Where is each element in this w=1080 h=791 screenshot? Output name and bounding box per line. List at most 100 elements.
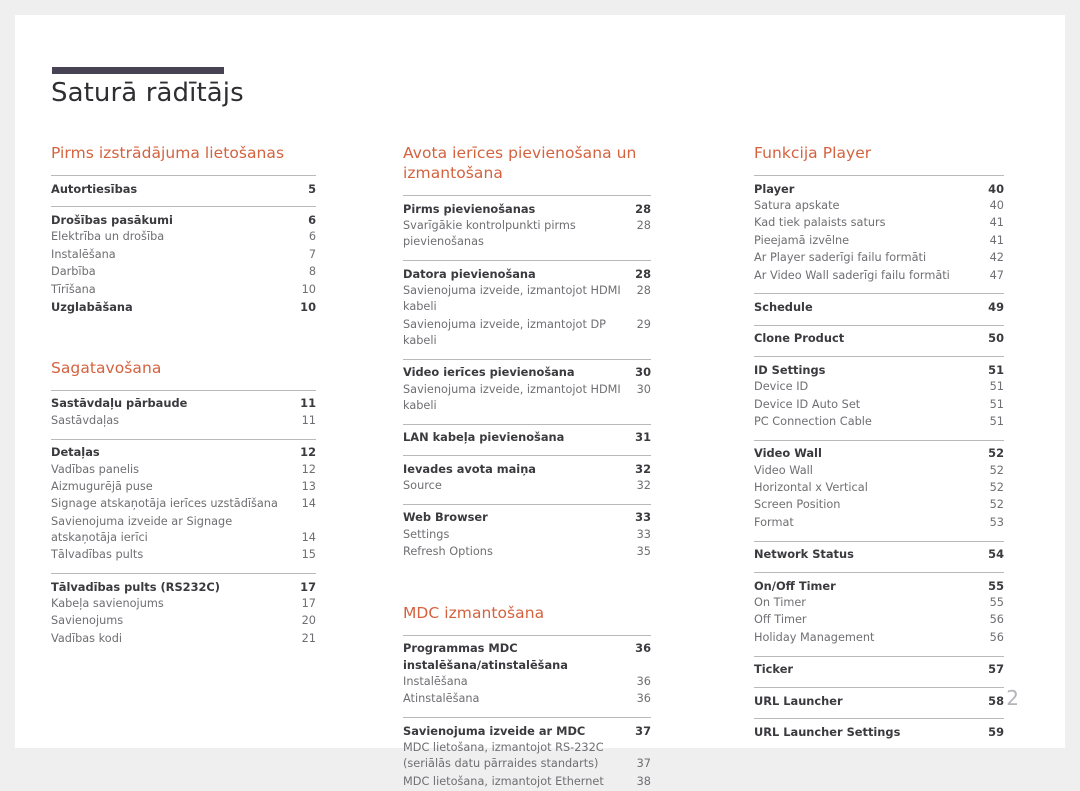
toc-entry-label: Video Wall — [754, 463, 813, 477]
toc-entry-main[interactable]: ID Settings 51 — [754, 361, 1004, 378]
toc-entry-sub[interactable]: Signage atskaņotāja ierīces uzstādīšana 1… — [51, 496, 316, 513]
toc-entry-sub[interactable]: Settings 33 — [403, 526, 651, 543]
toc-entry-label: Savienojuma izveide, izmantojot HDMI kab… — [403, 382, 621, 412]
toc-entry-page-number: 6 — [308, 230, 316, 244]
toc-entry-sub[interactable]: Aizmugurējā puse 13 — [51, 478, 316, 495]
toc-entry-label: Horizontal x Vertical — [754, 481, 868, 495]
toc-entry-sub[interactable]: Off Timer 56 — [754, 612, 1004, 629]
toc-entry-sub[interactable]: Savienojuma izveide, izmantojot HDMI kab… — [403, 381, 651, 415]
toc-entry-main[interactable]: Web Browser 33 — [403, 509, 651, 526]
toc-entry-page-number: 7 — [308, 247, 316, 261]
toc-entry-sub[interactable]: Darbība 8 — [51, 264, 316, 281]
toc-entry-label: On/Off Timer — [754, 578, 836, 593]
toc-entry-sub[interactable]: Satura apskate 40 — [754, 197, 1004, 214]
toc-entry-sub[interactable]: Ar Video Wall saderīgi failu formāti 47 — [754, 267, 1004, 284]
toc-entry-page-number: 38 — [636, 774, 651, 788]
toc-entry-label: Signage atskaņotāja ierīces uzstādīšana — [51, 497, 278, 511]
toc-entry-page-number: 59 — [988, 724, 1004, 739]
section-heading: Funkcija Player — [754, 144, 872, 162]
toc-entry-sub[interactable]: Instalēšana 7 — [51, 246, 316, 263]
toc-entry-page-number: 20 — [301, 614, 316, 628]
toc-entry-main[interactable]: Savienojuma izveide ar MDC 37 — [403, 722, 651, 739]
toc-entry-sub[interactable]: Screen Position 52 — [754, 497, 1004, 514]
toc-entry-label: Device ID Auto Set — [754, 397, 861, 411]
toc-entry-sub[interactable]: Atinstalēšana 36 — [403, 691, 651, 708]
toc-entry-main[interactable]: Network Status 54 — [754, 546, 1004, 563]
toc-group: URL Launcher Settings 59 — [754, 718, 1004, 740]
toc-entry-main[interactable]: LAN kabeļa pievienošana 31 — [403, 429, 651, 446]
toc-entry-sub[interactable]: Savienojuma izveide, izmantojot DP kabel… — [403, 316, 651, 350]
toc-entry-main[interactable]: Tālvadības pults (RS232C) 17 — [51, 578, 316, 595]
toc-entry-sub[interactable]: Sastāvdaļas 11 — [51, 412, 316, 429]
toc-entry-sub[interactable]: On Timer 55 — [754, 594, 1004, 611]
toc-entry-sub[interactable]: Savienojums 20 — [51, 613, 316, 630]
toc-entry-sub[interactable]: Pieejamā izvēlne 41 — [754, 232, 1004, 249]
toc-entry-label: PC Connection Cable — [754, 414, 872, 428]
toc-entry-label: Off Timer — [754, 613, 807, 627]
document-page: Saturā rādītājs Pirms izstrādājuma lieto… — [15, 15, 1065, 788]
toc-entry-main[interactable]: Pirms pievienošanas 28 — [403, 200, 651, 217]
toc-entry-page-number: 28 — [636, 218, 651, 232]
toc-entry-sub[interactable]: Device ID Auto Set 51 — [754, 396, 1004, 413]
toc-entry-page-number: 52 — [988, 446, 1004, 461]
toc-entry-main[interactable]: Clone Product 50 — [754, 330, 1004, 347]
toc-entry-sub[interactable]: MDC lietošana, izmantojot Ethernet 38 — [403, 773, 651, 790]
toc-entry-sub[interactable]: Refresh Options 35 — [403, 544, 651, 561]
toc-entry-sub[interactable]: Svarīgākie kontrolpunkti pirms pievienoš… — [403, 217, 651, 251]
toc-entry-main[interactable]: Schedule 49 — [754, 298, 1004, 315]
toc-entry-sub[interactable]: Savienojuma izveide ar Signage atskaņotā… — [51, 513, 316, 547]
toc-entry-sub[interactable]: Holiday Management 56 — [754, 629, 1004, 646]
toc-entry-sub[interactable]: Instalēšana 36 — [403, 673, 651, 690]
toc-entry-main[interactable]: Ticker 57 — [754, 661, 1004, 678]
toc-entry-main[interactable]: Programmas MDC instalēšana/atinstalēšana… — [403, 640, 651, 674]
toc-entry-page-number: 10 — [301, 282, 316, 296]
toc-entry-sub[interactable]: Tālvadības pults 15 — [51, 547, 316, 564]
toc-columns: Pirms izstrādājuma lietošanas Autortiesīb… — [15, 143, 1065, 791]
toc-entry-page-number: 52 — [989, 481, 1004, 495]
toc-group: Autortiesības 5 — [51, 175, 316, 197]
toc-entry-main[interactable]: Detaļas 12 — [51, 444, 316, 461]
toc-entry-main[interactable]: Uzglabāšana 10 — [51, 298, 316, 315]
toc-entry-main[interactable]: Video ierīces pievienošana 30 — [403, 364, 651, 381]
toc-entry-label: Device ID — [754, 380, 809, 394]
toc-entry-main[interactable]: On/Off Timer 55 — [754, 577, 1004, 594]
toc-entry-label: Uzglabāšana — [51, 299, 133, 314]
toc-entry-label: Ievades avota maiņa — [403, 461, 536, 476]
toc-column-1: Pirms izstrādājuma lietošanas Autortiesīb… — [51, 143, 316, 791]
toc-entry-main[interactable]: Video Wall 52 — [754, 445, 1004, 462]
toc-entry-label: Savienojuma izveide, izmantojot HDMI kab… — [403, 283, 621, 314]
toc-entry-sub[interactable]: Format 53 — [754, 514, 1004, 531]
toc-entry-sub[interactable]: PC Connection Cable 51 — [754, 413, 1004, 430]
toc-entry-sub[interactable]: Vadības panelis 12 — [51, 461, 316, 478]
toc-entry-sub[interactable]: Tīrīšana 10 — [51, 281, 316, 298]
toc-entry-sub[interactable]: Video Wall 52 — [754, 462, 1004, 479]
toc-entry-main[interactable]: Sastāvdaļu pārbaude 11 — [51, 395, 316, 412]
toc-entry-sub[interactable]: Savienojuma izveide, izmantojot HDMI kab… — [403, 282, 651, 316]
toc-entry-label: URL Launcher — [754, 693, 843, 708]
toc-entry-sub[interactable]: Elektrība un drošība 6 — [51, 229, 316, 246]
toc-entry-label: Network Status — [754, 547, 854, 562]
toc-entry-main[interactable]: URL Launcher 58 — [754, 692, 1004, 709]
toc-entry-main[interactable]: Ievades avota maiņa 32 — [403, 460, 651, 477]
toc-entry-label: Elektrība un drošība — [51, 230, 165, 244]
toc-entry-sub[interactable]: Vadības kodi 21 — [51, 630, 316, 647]
toc-group: Schedule 49 — [754, 293, 1004, 315]
toc-entry-main[interactable]: Datora pievienošana 28 — [403, 265, 651, 282]
toc-entry-sub[interactable]: Kabeļa savienojums 17 — [51, 595, 316, 612]
toc-entry-sub[interactable]: Horizontal x Vertical 52 — [754, 479, 1004, 496]
toc-entry-main[interactable]: Drošības pasākumi 6 — [51, 211, 316, 228]
toc-entry-label: Darbība — [51, 265, 96, 279]
toc-entry-main[interactable]: Autortiesības 5 — [51, 180, 316, 197]
toc-entry-sub[interactable]: MDC lietošana, izmantojot RS-232C (seriā… — [403, 740, 651, 774]
toc-entry-label: Instalēšana — [403, 675, 468, 689]
toc-entry-page-number: 40 — [989, 198, 1004, 212]
toc-entry-sub[interactable]: Kad tiek palaists saturs 41 — [754, 215, 1004, 232]
toc-entry-sub[interactable]: Device ID 51 — [754, 379, 1004, 396]
toc-entry-main[interactable]: URL Launcher Settings 59 — [754, 723, 1004, 740]
toc-entry-label: Tīrīšana — [51, 282, 96, 296]
toc-entry-main[interactable]: Player 40 — [754, 180, 1004, 197]
toc-entry-sub[interactable]: Source 32 — [403, 477, 651, 494]
toc-entry-page-number: 13 — [301, 479, 316, 493]
toc-entry-sub[interactable]: Ar Player saderīgi failu formāti 42 — [754, 250, 1004, 267]
toc-entry-page-number: 57 — [988, 662, 1004, 677]
